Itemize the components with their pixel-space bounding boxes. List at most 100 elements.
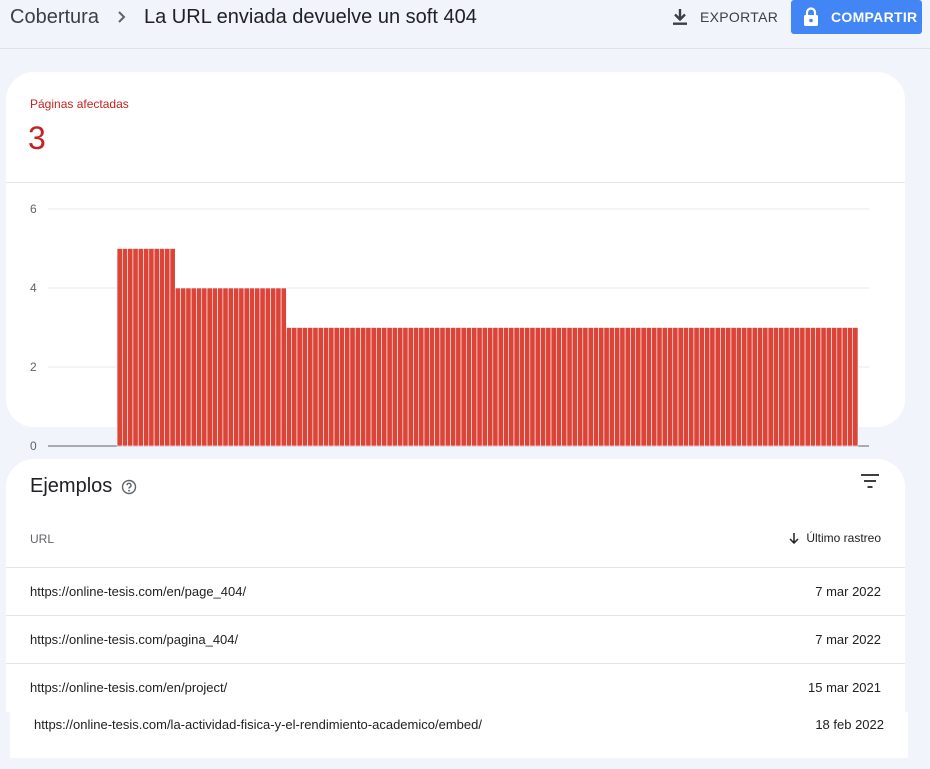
bar[interactable]: [587, 327, 594, 447]
bar[interactable]: [143, 248, 150, 447]
bar[interactable]: [624, 327, 631, 447]
bar[interactable]: [577, 327, 584, 447]
bar[interactable]: [312, 327, 319, 447]
bar[interactable]: [333, 327, 340, 447]
bar[interactable]: [540, 327, 547, 447]
bar[interactable]: [825, 327, 832, 447]
bar[interactable]: [190, 287, 197, 447]
bar[interactable]: [698, 327, 705, 447]
bar[interactable]: [831, 327, 838, 447]
bar[interactable]: [466, 327, 472, 447]
table-row[interactable]: https://online-tesis.com/en/page_404/ 7 …: [6, 567, 905, 615]
bar[interactable]: [693, 327, 700, 447]
bar[interactable]: [381, 327, 388, 447]
bar[interactable]: [815, 327, 822, 447]
bar[interactable]: [799, 327, 806, 447]
bar[interactable]: [286, 327, 293, 447]
bar[interactable]: [291, 327, 298, 447]
bar[interactable]: [360, 327, 367, 447]
bar[interactable]: [391, 327, 398, 447]
bar[interactable]: [180, 287, 187, 447]
bar[interactable]: [323, 327, 330, 447]
bar[interactable]: [503, 327, 509, 447]
bar[interactable]: [233, 287, 240, 447]
bar[interactable]: [434, 327, 441, 447]
bar[interactable]: [397, 327, 404, 447]
bar[interactable]: [275, 287, 282, 447]
bar[interactable]: [661, 327, 668, 447]
bar[interactable]: [153, 248, 160, 447]
bar[interactable]: [508, 327, 515, 447]
bar[interactable]: [243, 287, 250, 447]
table-row[interactable]: https://online-tesis.com/en/project/ 15 …: [6, 663, 905, 711]
bar[interactable]: [730, 327, 737, 447]
bar[interactable]: [709, 327, 716, 447]
bar[interactable]: [344, 327, 351, 447]
bar[interactable]: [561, 327, 568, 447]
bar[interactable]: [836, 327, 843, 447]
bar[interactable]: [137, 248, 144, 447]
bar[interactable]: [386, 327, 393, 447]
bar[interactable]: [688, 327, 695, 447]
bar[interactable]: [630, 327, 637, 447]
bar[interactable]: [370, 327, 377, 447]
bar[interactable]: [227, 287, 234, 447]
bar[interactable]: [656, 327, 663, 447]
bar[interactable]: [847, 327, 854, 447]
bar[interactable]: [439, 327, 446, 447]
bar[interactable]: [852, 327, 859, 447]
bar[interactable]: [238, 287, 245, 447]
bar[interactable]: [783, 327, 790, 447]
bar[interactable]: [645, 327, 652, 447]
bar[interactable]: [481, 327, 488, 447]
bar[interactable]: [450, 327, 457, 447]
bar[interactable]: [534, 327, 541, 447]
bar[interactable]: [418, 327, 425, 447]
bar[interactable]: [614, 327, 621, 447]
bar[interactable]: [423, 327, 430, 447]
bar[interactable]: [413, 327, 420, 447]
bar[interactable]: [307, 327, 314, 447]
bar[interactable]: [159, 248, 165, 447]
bar[interactable]: [677, 327, 684, 447]
bar[interactable]: [545, 327, 552, 447]
bar[interactable]: [556, 327, 562, 447]
bar[interactable]: [471, 327, 478, 447]
column-header-last-crawl[interactable]: Último rastreo: [788, 531, 881, 545]
bar[interactable]: [376, 327, 382, 447]
share-button[interactable]: COMPARTIR: [791, 0, 922, 34]
bar[interactable]: [122, 248, 128, 447]
bar[interactable]: [127, 248, 134, 447]
export-button[interactable]: EXPORTAR: [670, 2, 778, 32]
bar[interactable]: [280, 287, 287, 447]
bar[interactable]: [810, 327, 816, 447]
bar[interactable]: [196, 287, 203, 447]
bar[interactable]: [513, 327, 520, 447]
bar[interactable]: [598, 327, 605, 447]
bar[interactable]: [222, 287, 229, 447]
bar[interactable]: [640, 327, 647, 447]
bar[interactable]: [635, 327, 642, 447]
bar[interactable]: [762, 327, 769, 447]
bar[interactable]: [492, 327, 499, 447]
bar[interactable]: [444, 327, 451, 447]
bar[interactable]: [778, 327, 785, 447]
bar[interactable]: [212, 287, 218, 447]
bar[interactable]: [773, 327, 779, 447]
bar[interactable]: [714, 327, 721, 447]
bar[interactable]: [524, 327, 531, 447]
bar[interactable]: [354, 327, 361, 447]
bar[interactable]: [116, 248, 123, 447]
breadcrumb-root[interactable]: Cobertura: [10, 6, 99, 29]
bar[interactable]: [667, 327, 674, 447]
bar[interactable]: [132, 248, 139, 447]
bar[interactable]: [794, 327, 801, 447]
bar[interactable]: [328, 327, 335, 447]
bar[interactable]: [788, 327, 795, 447]
bar[interactable]: [497, 327, 504, 447]
bar[interactable]: [296, 327, 303, 447]
bar[interactable]: [725, 327, 732, 447]
bar[interactable]: [365, 327, 372, 447]
bar[interactable]: [264, 287, 271, 447]
help-circle-icon[interactable]: [121, 479, 137, 495]
